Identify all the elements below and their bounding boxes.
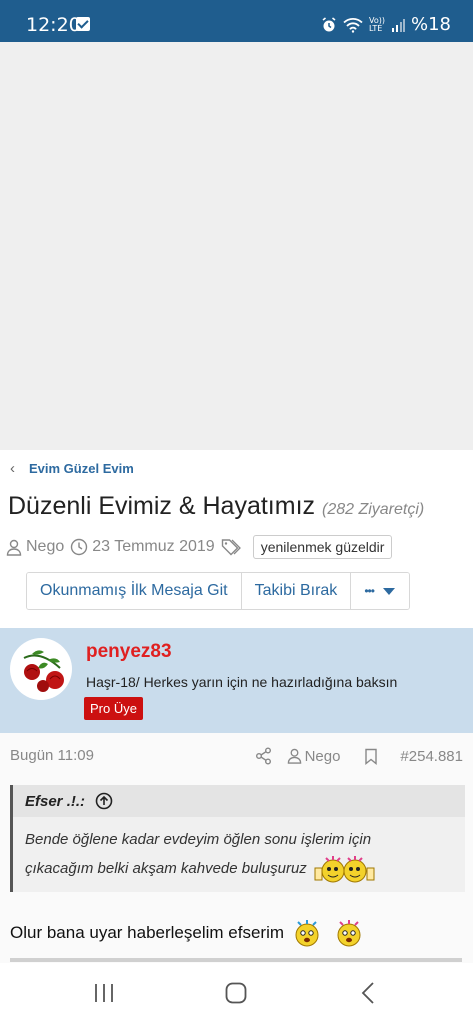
user-rank-badge: Pro Üye	[84, 697, 143, 720]
quote-line: çıkacağım belki akşam kahvede buluşuruz	[25, 854, 453, 884]
unwatch-button[interactable]: Takibi Bırak	[241, 573, 352, 609]
thread-actions: Okunmamış İlk Mesaja Git Takibi Bırak ••…	[26, 572, 410, 610]
bookmark-icon[interactable]	[364, 748, 378, 765]
ad-placeholder	[0, 42, 473, 450]
thread-meta: Nego 23 Temmuz 2019 yenilenmek güzeldir	[6, 535, 393, 559]
post-time[interactable]: Bugün 11:09	[10, 747, 94, 764]
quote-author[interactable]: Efser .!.:	[25, 793, 85, 810]
nav-home-icon[interactable]	[224, 981, 248, 1005]
smiley-icon	[295, 920, 319, 947]
battery-level: %18	[410, 14, 451, 35]
go-to-first-unread-button[interactable]: Okunmamış İlk Mesaja Git	[27, 573, 242, 609]
status-bar: 12:20 Vo)) LTE %18	[0, 0, 473, 42]
thread-title-text: Düzenli Evimiz & Hayatımız	[8, 492, 316, 520]
quote-block: Efser .!.: Bende öğlene kadar evdeyim öğ…	[10, 785, 465, 892]
clock-icon	[71, 538, 88, 556]
thread-date: 23 Temmuz 2019	[92, 538, 215, 555]
android-nav-bar	[0, 963, 473, 1024]
more-actions-button[interactable]: •••	[351, 573, 409, 609]
more-dots: •••	[364, 584, 375, 598]
reply-to[interactable]: Nego	[287, 747, 341, 765]
cheers-smiley-icon	[314, 856, 375, 883]
nav-recents-icon[interactable]	[92, 982, 116, 1004]
breadcrumb-label[interactable]: Evim Güzel Evim	[29, 461, 134, 476]
post-username[interactable]: penyez83	[86, 641, 172, 663]
thread-title: Düzenli Evimiz & Hayatımız (282 Ziyaretç…	[8, 492, 424, 521]
quote-line-text: çıkacağım belki akşam kahvede buluşuruz	[25, 860, 307, 877]
caret-down-icon	[382, 588, 395, 595]
post-user-box: penyez83 Haşr-18/ Herkes yarın için ne h…	[0, 628, 473, 733]
smiley-icon	[337, 920, 361, 947]
avatar[interactable]	[10, 638, 72, 700]
next-post-edge	[10, 958, 462, 962]
wifi-icon	[343, 17, 363, 33]
alarm-icon	[322, 16, 336, 31]
quote-line: Bende öğlene kadar evdeyim öğlen sonu iş…	[25, 831, 372, 848]
share-icon[interactable]	[255, 747, 273, 765]
arrow-up-circle-icon[interactable]	[95, 792, 113, 810]
status-icons: Vo)) LTE %18	[321, 14, 451, 35]
quote-body: Bende öğlene kadar evdeyim öğlen sonu iş…	[13, 817, 465, 884]
post-body-text: Olur bana uyar haberleşelim efserim	[10, 923, 285, 942]
post-meta-actions: Nego #254.881	[255, 747, 463, 765]
status-time: 12:20	[26, 14, 81, 36]
checkbox-notification-icon	[76, 17, 90, 31]
reply-to-name: Nego	[304, 747, 341, 765]
signal-icon	[391, 18, 405, 32]
visitor-count: (282 Ziyaretçi)	[321, 501, 425, 518]
user-icon	[287, 748, 301, 764]
user-title: Haşr-18/ Herkes yarın için ne hazırladığ…	[86, 674, 398, 690]
thread-author[interactable]: Nego	[26, 538, 64, 556]
tag-icon	[221, 539, 241, 556]
post-body: Olur bana uyar haberleşelim efserim	[10, 918, 364, 948]
breadcrumb[interactable]: ‹ Evim Güzel Evim	[10, 460, 134, 477]
thread-tag[interactable]: yenilenmek güzeldir	[252, 535, 393, 559]
rose-avatar-icon	[23, 650, 64, 692]
back-chevron-icon[interactable]: ‹	[10, 460, 15, 477]
volte-indicator: Vo)) LTE	[368, 15, 385, 33]
post-number[interactable]: #254.881	[400, 748, 463, 765]
quote-header[interactable]: Efser .!.:	[13, 785, 465, 817]
user-icon	[6, 539, 22, 556]
nav-back-icon[interactable]	[360, 981, 376, 1005]
